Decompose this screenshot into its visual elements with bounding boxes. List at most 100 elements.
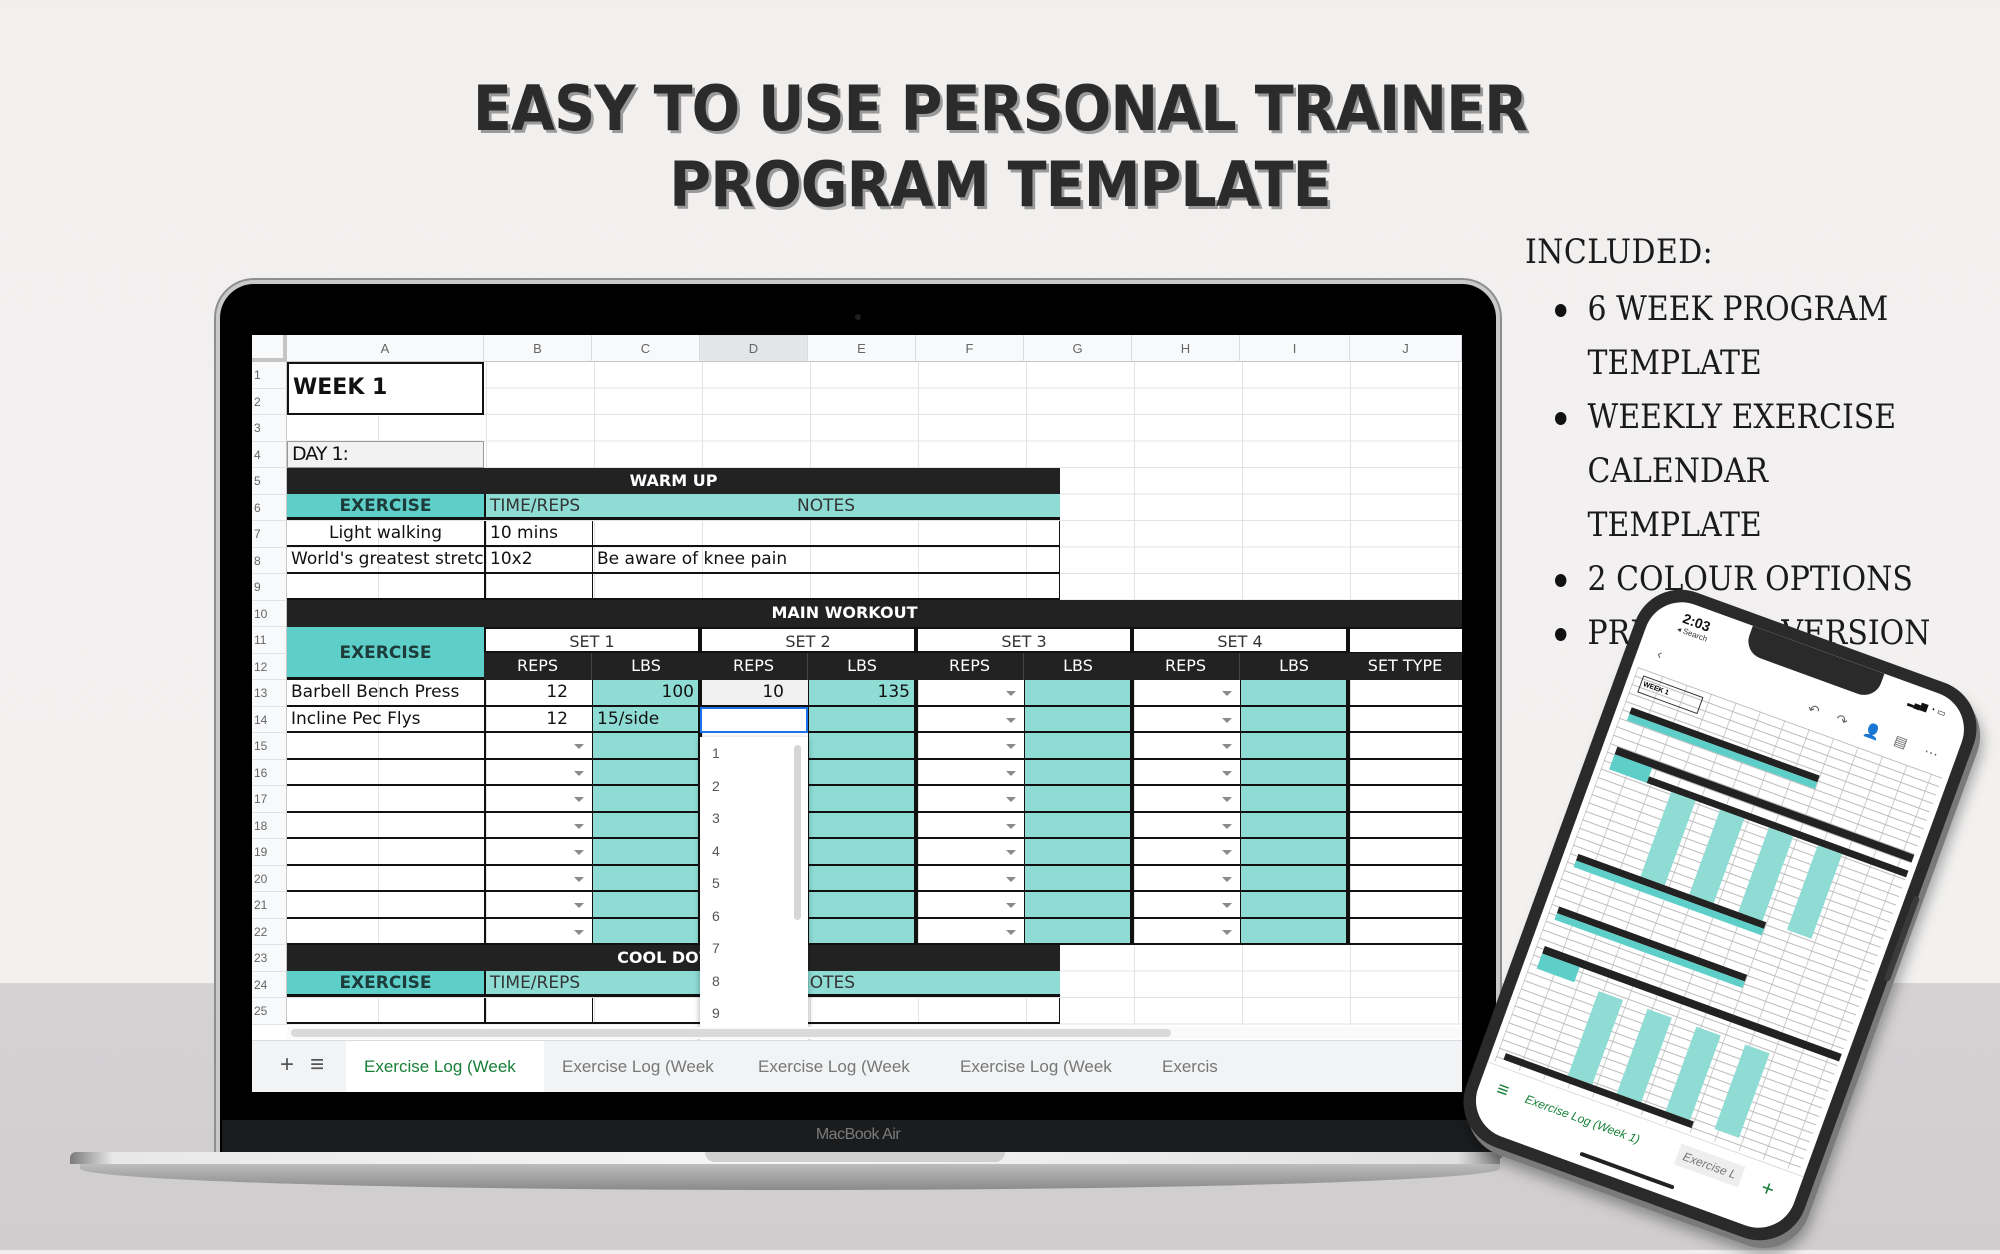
reps-dropdown-cell[interactable]: [916, 839, 1024, 866]
lbs-cell[interactable]: [808, 918, 916, 945]
lbs-cell[interactable]: [1240, 759, 1348, 786]
warm-up-notes-cell[interactable]: Be aware of knee pain: [592, 547, 1060, 574]
row-header[interactable]: 4: [252, 441, 287, 468]
warm-up-exercise-cell[interactable]: World's greatest stretc: [287, 547, 484, 574]
exercise-cell[interactable]: [287, 919, 484, 945]
lbs-cell[interactable]: [808, 786, 916, 813]
dropdown-arrow-icon[interactable]: [1006, 876, 1016, 882]
lbs-cell[interactable]: [592, 786, 700, 813]
lbs-cell[interactable]: [1240, 812, 1348, 839]
warm-up-time-cell[interactable]: 10x2: [484, 547, 592, 574]
lbs-cell[interactable]: [1240, 839, 1348, 866]
dropdown-arrow-icon[interactable]: [1006, 929, 1016, 935]
dropdown-arrow-icon[interactable]: [1222, 850, 1232, 855]
lbs-cell[interactable]: [592, 839, 700, 866]
row-header[interactable]: 2: [252, 388, 287, 415]
lbs-cell[interactable]: [808, 759, 916, 786]
row-header[interactable]: 5: [252, 468, 287, 495]
lbs-cell[interactable]: 135: [808, 680, 916, 707]
dropdown-arrow-icon[interactable]: [1222, 770, 1232, 776]
sheet-tab[interactable]: Exercise Log (Week 1): [346, 1041, 544, 1092]
column-header-a[interactable]: A: [287, 335, 484, 362]
lbs-cell[interactable]: [1024, 680, 1132, 707]
sheet-tab[interactable]: Exercise Log (Week 3): [740, 1041, 942, 1092]
reps-dropdown-cell[interactable]: [1132, 706, 1240, 733]
reps-dropdown-cell[interactable]: [484, 786, 592, 813]
dropdown-arrow-icon[interactable]: [1222, 744, 1232, 749]
column-header-e[interactable]: E: [808, 335, 916, 362]
reps-dropdown-cell[interactable]: [1132, 786, 1240, 813]
set-type-cell[interactable]: [1348, 812, 1462, 839]
dropdown-option[interactable]: 5: [712, 875, 720, 891]
reps-dropdown-cell[interactable]: 12: [484, 706, 592, 733]
dropdown-arrow-icon[interactable]: [574, 903, 584, 908]
reps-dropdown-cell[interactable]: [484, 839, 592, 866]
row-header[interactable]: 24: [252, 971, 287, 998]
lbs-cell[interactable]: [808, 812, 916, 839]
lbs-cell[interactable]: [808, 865, 916, 892]
lbs-cell[interactable]: [1024, 839, 1132, 866]
row-header[interactable]: 13: [252, 680, 287, 707]
lbs-cell[interactable]: [1240, 918, 1348, 945]
sheet-tab[interactable]: Exercise Log (Week 2): [544, 1041, 740, 1092]
lbs-cell[interactable]: [1024, 786, 1132, 813]
row-header[interactable]: 1: [252, 362, 287, 389]
set-type-cell[interactable]: [1348, 759, 1462, 786]
lbs-cell[interactable]: [1240, 892, 1348, 919]
reps-dropdown-cell[interactable]: [916, 759, 1024, 786]
dropdown-arrow-icon[interactable]: [1222, 876, 1232, 882]
lbs-cell[interactable]: [592, 865, 700, 892]
reps-dropdown-cell[interactable]: [484, 892, 592, 919]
dropdown-arrow-icon[interactable]: [574, 744, 584, 749]
lbs-cell[interactable]: [592, 812, 700, 839]
comments-icon[interactable]: ▤: [1892, 732, 1910, 753]
exercise-cell[interactable]: [287, 813, 484, 839]
row-header[interactable]: 9: [252, 574, 287, 601]
lbs-cell[interactable]: [1024, 706, 1132, 733]
row-header[interactable]: 6: [252, 494, 287, 521]
reps-dropdown-cell[interactable]: [916, 812, 1024, 839]
exercise-cell[interactable]: [287, 866, 484, 892]
row-header[interactable]: 17: [252, 786, 287, 813]
column-header-d[interactable]: D: [700, 335, 808, 362]
dropdown-arrow-icon[interactable]: [1006, 903, 1016, 908]
row-header[interactable]: 22: [252, 918, 287, 945]
reps-dropdown-cell[interactable]: [1132, 892, 1240, 919]
lbs-cell[interactable]: 15/side: [592, 706, 700, 733]
exercise-cell[interactable]: [287, 733, 484, 760]
lbs-cell[interactable]: [1240, 680, 1348, 707]
dropdown-arrow-icon[interactable]: [574, 876, 584, 882]
reps-dropdown-cell[interactable]: [916, 892, 1024, 919]
row-header[interactable]: 18: [252, 812, 287, 839]
reps-dropdown-cell[interactable]: 10: [700, 680, 808, 707]
row-header[interactable]: 10: [252, 600, 287, 627]
lbs-cell[interactable]: [592, 918, 700, 945]
dropdown-arrow-icon[interactable]: [1222, 823, 1232, 829]
lbs-cell[interactable]: [1024, 865, 1132, 892]
reps-dropdown-cell[interactable]: [916, 733, 1024, 760]
lbs-cell[interactable]: [592, 733, 700, 760]
dropdown-arrow-icon[interactable]: [1006, 744, 1016, 749]
dropdown-arrow-icon[interactable]: [1006, 717, 1016, 723]
reps-dropdown-cell[interactable]: [916, 786, 1024, 813]
dropdown-arrow-icon[interactable]: [1222, 691, 1232, 696]
phone-add-sheet-icon[interactable]: +: [1757, 1174, 1779, 1203]
all-sheets-list-icon[interactable]: ≡: [310, 1051, 324, 1079]
row-header[interactable]: 15: [252, 733, 287, 760]
lbs-cell[interactable]: [808, 733, 916, 760]
row-header[interactable]: 16: [252, 759, 287, 786]
lbs-cell[interactable]: [1024, 918, 1132, 945]
column-header-i[interactable]: I: [1240, 335, 1350, 362]
set-type-cell[interactable]: [1348, 839, 1462, 866]
set-type-cell[interactable]: [1348, 892, 1462, 919]
reps-dropdown-cell[interactable]: [916, 680, 1024, 707]
phone-tab-next[interactable]: Exercise L: [1673, 1143, 1746, 1188]
dropdown-scrollbar[interactable]: [794, 745, 801, 920]
dropdown-arrow-icon[interactable]: [1222, 717, 1232, 723]
horizontal-scrollbar[interactable]: [287, 1027, 1462, 1039]
column-header-f[interactable]: F: [916, 335, 1024, 362]
week-title-cell[interactable]: WEEK 1: [287, 362, 484, 415]
cool-down-notes-cell[interactable]: [592, 998, 1060, 1024]
dropdown-option[interactable]: 8: [712, 973, 720, 989]
reps-dropdown-cell[interactable]: [484, 918, 592, 945]
